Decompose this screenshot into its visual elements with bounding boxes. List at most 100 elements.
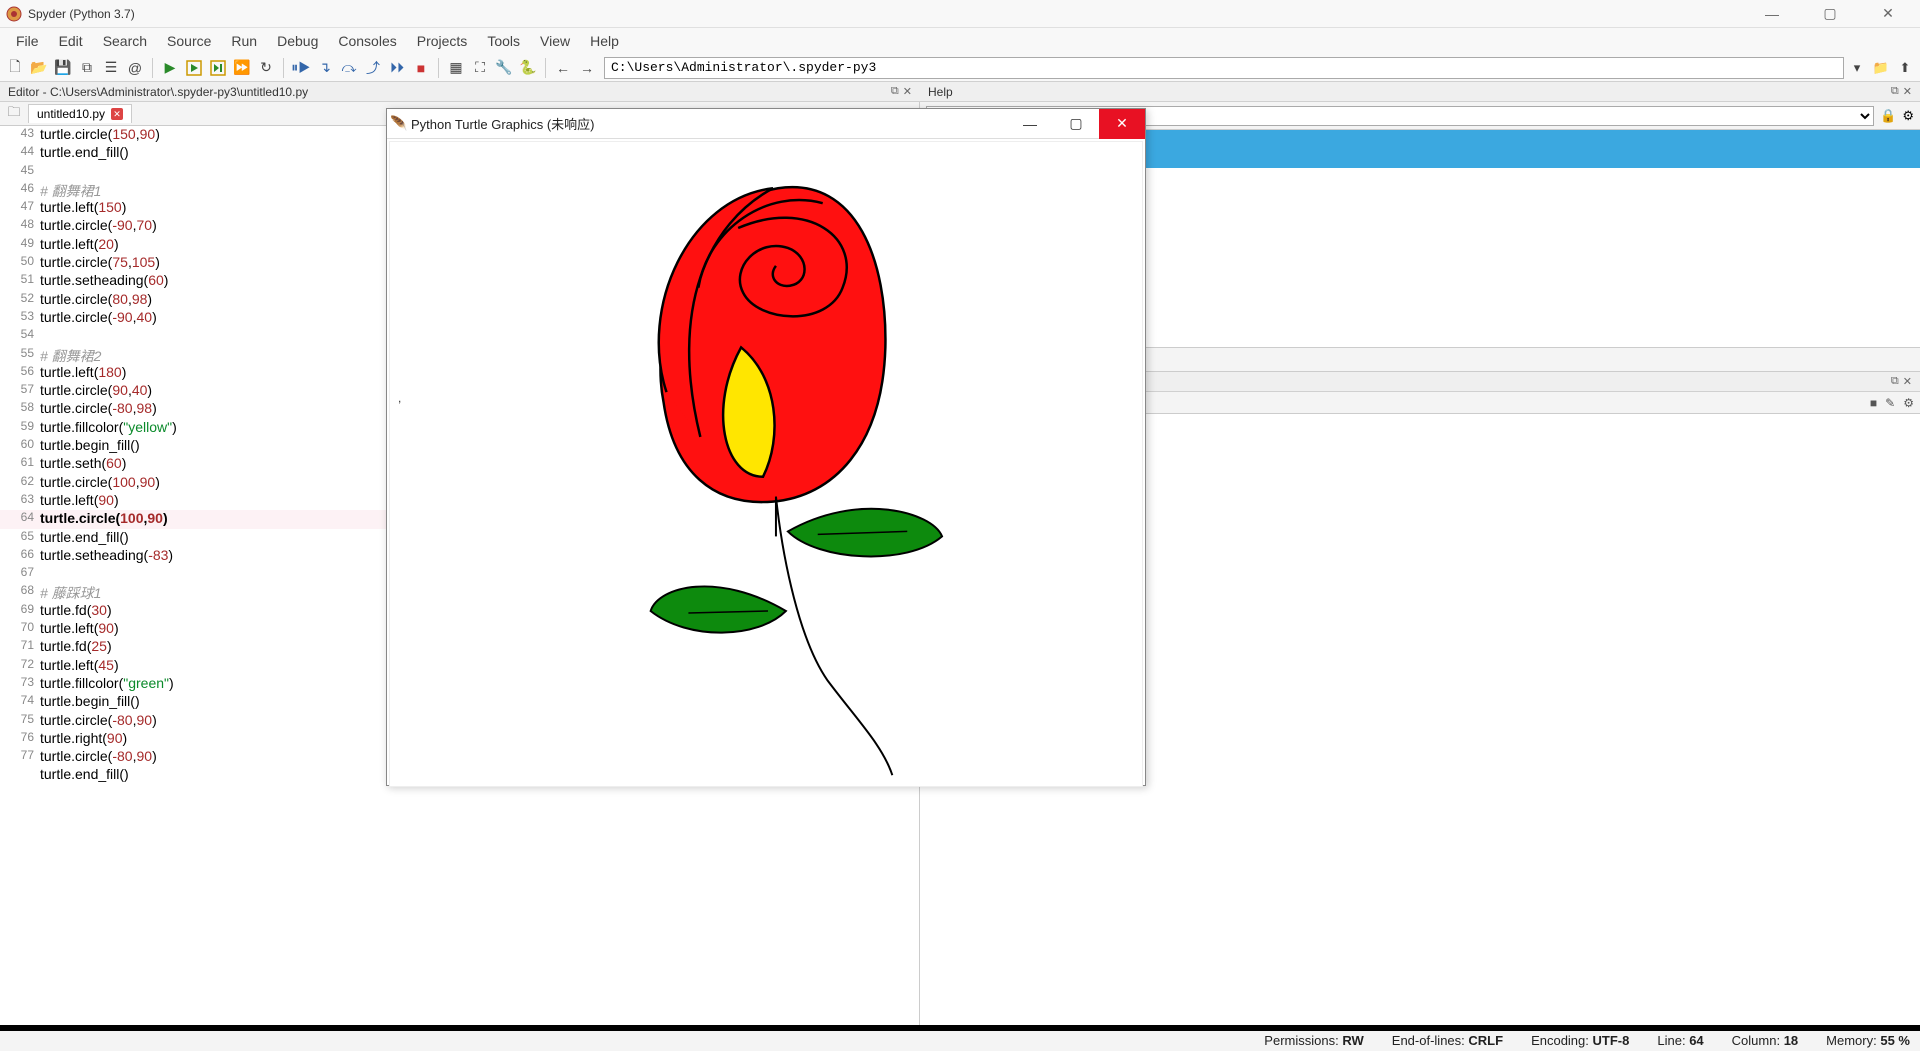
new-file-icon[interactable]: 🗋 [4, 57, 26, 79]
line-number: 65 [0, 529, 40, 547]
menu-search[interactable]: Search [93, 31, 157, 51]
menu-debug[interactable]: Debug [267, 31, 328, 51]
up-dir-icon[interactable]: ⬆ [1894, 57, 1916, 79]
undock-icon[interactable]: ⧉ [1891, 85, 1899, 98]
help-pane-header: Help ⧉ ✕ [920, 82, 1920, 102]
menu-help[interactable]: Help [580, 31, 629, 51]
debug-stop-icon[interactable]: ■ [410, 57, 432, 79]
nav-back-icon[interactable]: ← [552, 57, 574, 79]
run-cell-advance-icon[interactable] [207, 57, 229, 79]
menu-source[interactable]: Source [157, 31, 221, 51]
console-stop-icon[interactable]: ■ [1870, 396, 1877, 410]
turtle-minimize-button[interactable]: — [1007, 109, 1053, 139]
line-number: 50 [0, 254, 40, 272]
close-pane-icon[interactable]: ✕ [1903, 375, 1912, 388]
editor-tab[interactable]: untitled10.py ✕ [28, 104, 132, 123]
debug-into-icon[interactable]: ↴ [314, 57, 336, 79]
list-icon[interactable]: ☰ [100, 57, 122, 79]
save-icon[interactable]: 💾 [52, 57, 74, 79]
line-number: 45 [0, 163, 40, 181]
status-eol: End-of-lines: CRLF [1392, 1033, 1503, 1048]
parent-dir-icon[interactable]: 📁 [1870, 57, 1892, 79]
turtle-graphics-window[interactable]: 🪶 Python Turtle Graphics (未响应) — ▢ ✕ [386, 108, 1146, 786]
file-browser-icon[interactable]: 🗀 [4, 103, 24, 125]
debug-continue-icon[interactable]: ⏵⏵ [386, 57, 408, 79]
line-number: 62 [0, 474, 40, 492]
separator [438, 58, 439, 78]
maximize-pane-icon[interactable]: ⛶ [469, 57, 491, 79]
status-line: Line: 64 [1657, 1033, 1703, 1048]
bottom-black-bar [0, 1025, 1920, 1031]
run-icon[interactable]: ▶ [159, 57, 181, 79]
save-all-icon[interactable]: ⧉ [76, 57, 98, 79]
line-number: 69 [0, 602, 40, 620]
menu-tools[interactable]: Tools [477, 31, 530, 51]
main-toolbar: 🗋 📂 💾 ⧉ ☰ @ ▶ ⏩ ↻ ⏸▶ ↴ ⤼ ⤴ ⏵⏵ ■ ▦ ⛶ 🔧 🐍 … [0, 54, 1920, 82]
run-selection-icon[interactable]: ⏩ [231, 57, 253, 79]
line-number: 49 [0, 236, 40, 254]
python-path-icon[interactable]: 🐍 [517, 57, 539, 79]
open-file-icon[interactable]: 📂 [28, 57, 50, 79]
options-gear-icon[interactable]: ⚙ [1902, 108, 1914, 124]
separator [152, 58, 153, 78]
run-cell-icon[interactable] [183, 57, 205, 79]
line-number: 74 [0, 693, 40, 711]
menu-file[interactable]: File [6, 31, 49, 51]
menubar: FileEditSearchSourceRunDebugConsolesProj… [0, 28, 1920, 54]
line-number: 57 [0, 382, 40, 400]
line-number: 58 [0, 400, 40, 418]
line-number: 66 [0, 547, 40, 565]
turtle-close-button[interactable]: ✕ [1099, 109, 1145, 139]
lock-icon[interactable]: 🔒 [1880, 108, 1896, 124]
minimize-button[interactable]: — [1752, 4, 1792, 24]
menu-edit[interactable]: Edit [49, 31, 93, 51]
spyder-icon [6, 6, 22, 22]
menu-run[interactable]: Run [221, 31, 267, 51]
line-number: 55 [0, 346, 40, 364]
tool1-icon[interactable]: ▦ [445, 57, 467, 79]
editor-pane-header: Editor - C:\Users\Administrator\.spyder-… [0, 82, 920, 102]
line-number: 59 [0, 419, 40, 437]
at-icon[interactable]: @ [124, 57, 146, 79]
working-dir-input[interactable] [604, 57, 1844, 79]
tools-icon[interactable]: 🔧 [493, 57, 515, 79]
line-number: 76 [0, 730, 40, 748]
tab-close-icon[interactable]: ✕ [111, 108, 123, 120]
line-number: 77 [0, 748, 40, 766]
console-clear-icon[interactable]: ✎ [1885, 396, 1895, 410]
statusbar: Permissions: RW End-of-lines: CRLF Encod… [0, 1029, 1920, 1051]
line-number: 73 [0, 675, 40, 693]
rerun-icon[interactable]: ↻ [255, 57, 277, 79]
line-number: 60 [0, 437, 40, 455]
editor-pane-title: Editor - C:\Users\Administrator\.spyder-… [8, 85, 308, 99]
close-pane-icon[interactable]: ✕ [1903, 85, 1912, 98]
line-number: 64 [0, 510, 40, 528]
menu-consoles[interactable]: Consoles [328, 31, 406, 51]
status-encoding: Encoding: UTF-8 [1531, 1033, 1629, 1048]
undock-icon[interactable]: ⧉ [891, 85, 899, 98]
dropdown-icon[interactable]: ▾ [1846, 57, 1868, 79]
menu-view[interactable]: View [530, 31, 580, 51]
debug-out-icon[interactable]: ⤴ [362, 57, 384, 79]
line-number: 52 [0, 291, 40, 309]
close-button[interactable]: ✕ [1868, 4, 1908, 24]
turtle-titlebar[interactable]: 🪶 Python Turtle Graphics (未响应) — ▢ ✕ [387, 109, 1145, 139]
debug-step-icon[interactable]: ⏸▶ [290, 57, 312, 79]
turtle-maximize-button[interactable]: ▢ [1053, 109, 1099, 139]
help-pane-title: Help [928, 85, 953, 99]
debug-over-icon[interactable]: ⤼ [338, 57, 360, 79]
line-number: 47 [0, 199, 40, 217]
nav-forward-icon[interactable]: → [576, 57, 598, 79]
line-number: 72 [0, 657, 40, 675]
maximize-button[interactable]: ▢ [1810, 4, 1850, 24]
console-options-icon[interactable]: ⚙ [1903, 396, 1914, 410]
app-title: Spyder (Python 3.7) [28, 7, 1752, 21]
line-number: 53 [0, 309, 40, 327]
close-pane-icon[interactable]: ✕ [903, 85, 912, 98]
menu-projects[interactable]: Projects [407, 31, 478, 51]
line-number: 68 [0, 583, 40, 601]
line-number: 51 [0, 272, 40, 290]
line-number: 54 [0, 327, 40, 345]
undock-icon[interactable]: ⧉ [1891, 375, 1899, 388]
line-number [0, 766, 40, 784]
